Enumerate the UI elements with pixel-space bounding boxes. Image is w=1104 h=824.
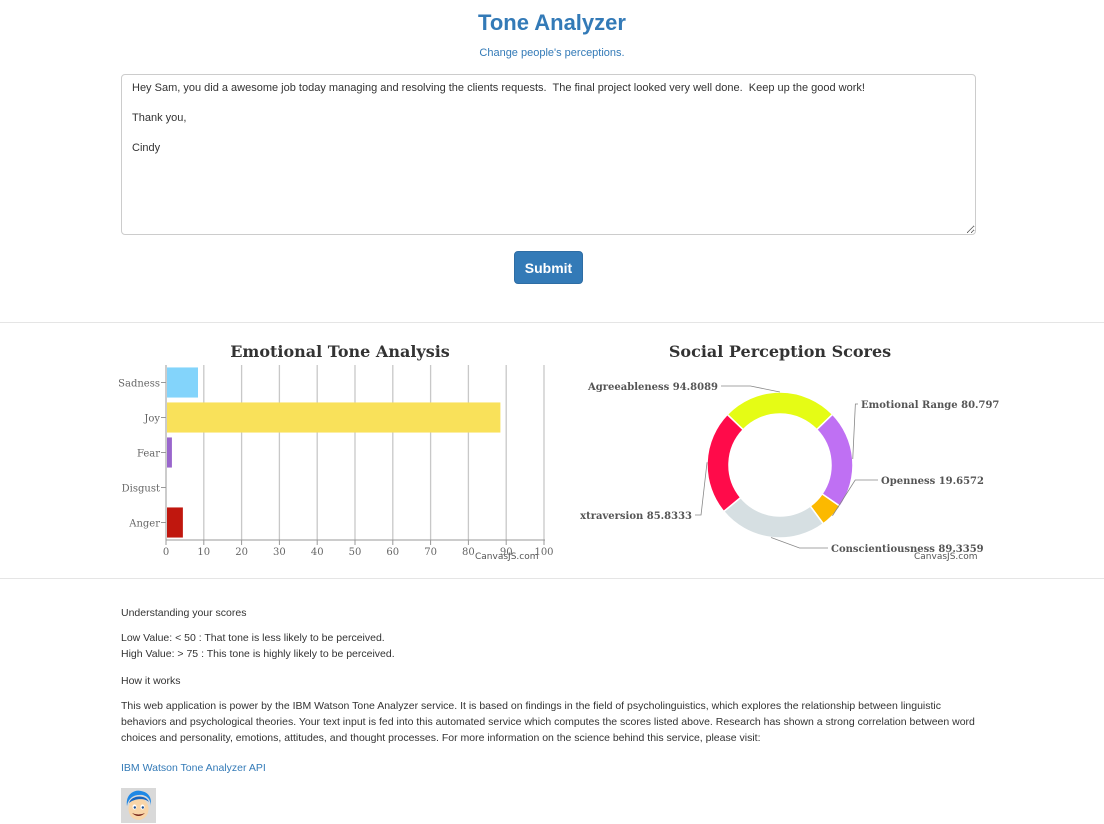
slice-label: Openness 19.6572 — [881, 476, 984, 487]
x-tick-label: 10 — [197, 547, 210, 558]
slice-label: Agreeableness 94.8089 — [587, 382, 718, 393]
social-chart-title: Social Perception Scores — [668, 342, 892, 361]
slice-agreeableness — [726, 391, 834, 431]
y-tick-label: Fear — [137, 449, 160, 460]
avatar — [121, 788, 156, 823]
emotional-tone-bar-chart: 0 10 20 30 40 50 60 70 80 90 100SadnessJoyFearDisg… — [118, 365, 554, 558]
message-textarea[interactable] — [121, 74, 976, 235]
slice-label: Emotional Range 80.7975 — [861, 400, 1000, 411]
y-tick-label: Sadness — [118, 379, 160, 390]
y-tick-label: Joy — [143, 414, 160, 425]
emotional-chart-title: Emotional Tone Analysis — [230, 342, 450, 361]
label-leader-line — [770, 537, 828, 549]
bar-sadness — [167, 367, 198, 398]
understanding-heading: Understanding your scores — [121, 607, 247, 619]
canvasjs-credit: CanvasJS.com — [475, 552, 539, 562]
label-leader-line — [721, 385, 780, 393]
canvasjs-credit: CanvasJS.com — [914, 552, 978, 562]
bar-joy — [167, 402, 501, 433]
page-title: Tone Analyzer — [478, 10, 626, 35]
x-tick-label: 60 — [386, 547, 399, 558]
label-leader-line — [852, 403, 858, 459]
x-tick-label: 40 — [311, 547, 324, 558]
label-leader-line — [695, 462, 708, 516]
x-tick-label: 30 — [273, 547, 286, 558]
slice-label: Extraversion 85.8333 — [580, 511, 692, 522]
x-tick-label: 50 — [349, 547, 362, 558]
bar-anger — [167, 507, 183, 538]
bar-fear — [167, 437, 172, 468]
low-value-text: Low Value: < 50 : That tone is less like… — [121, 632, 385, 644]
y-tick-label: Disgust — [122, 484, 160, 495]
slice-conscientiousness — [722, 496, 825, 539]
x-tick-label: 0 — [163, 547, 169, 558]
section-divider — [0, 578, 1104, 579]
x-tick-label: 20 — [235, 547, 248, 558]
how-it-works-heading: How it works — [121, 675, 181, 687]
page-subtitle: Change people's perceptions. — [479, 47, 625, 59]
watson-api-link[interactable]: IBM Watson Tone Analyzer API — [121, 760, 266, 776]
joy-character-icon — [121, 788, 156, 823]
high-value-text: High Value: > 75 : This tone is highly l… — [121, 648, 395, 660]
section-divider — [0, 322, 1104, 323]
slice-extraversion — [706, 413, 745, 513]
x-tick-label: 70 — [424, 547, 437, 558]
social-perception-doughnut-chart: Emotional Range 80.7975Openness 19.6572C… — [580, 382, 1000, 555]
x-tick-label: 80 — [462, 547, 475, 558]
how-it-works-text: This web application is power by the IBM… — [121, 700, 975, 744]
y-tick-label: Anger — [128, 519, 160, 530]
submit-button[interactable]: Submit — [514, 251, 583, 284]
